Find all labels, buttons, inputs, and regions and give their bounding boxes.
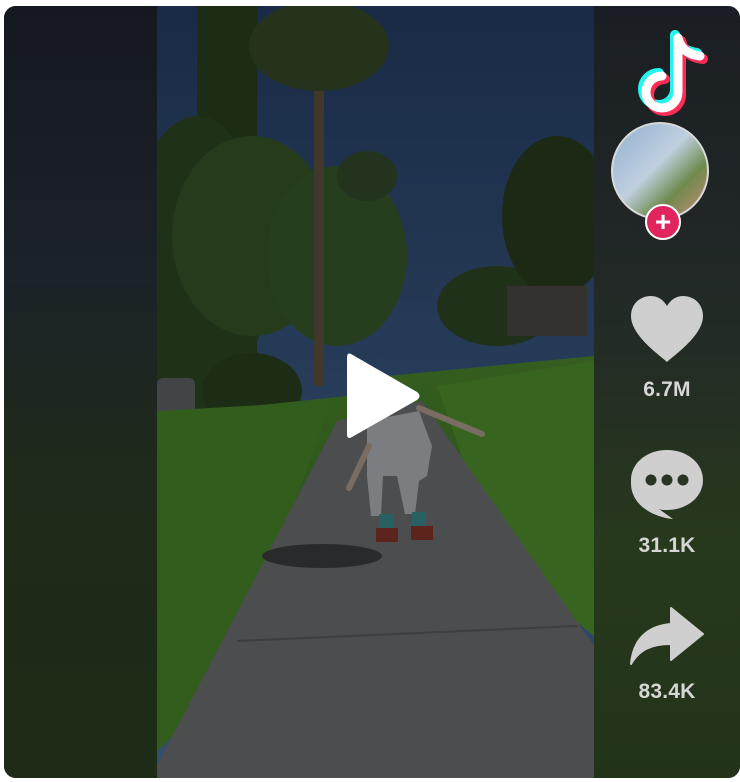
comment-icon xyxy=(631,450,703,519)
comment-count: 31.1K xyxy=(638,534,696,557)
share-count: 83.4K xyxy=(638,680,696,703)
share-icon xyxy=(630,607,704,665)
play-button[interactable] xyxy=(338,346,428,446)
action-sidebar: + 6.7M 31.1K 83.4K xyxy=(594,6,740,778)
heart-icon xyxy=(631,296,703,362)
video-card[interactable]: + 6.7M 31.1K 83.4K xyxy=(4,6,740,778)
share-button[interactable]: 83.4K xyxy=(594,606,740,704)
like-count: 6.7M xyxy=(643,378,691,401)
tiktok-logo-icon[interactable] xyxy=(634,30,716,122)
follow-button[interactable]: + xyxy=(645,204,681,240)
play-icon xyxy=(347,353,420,438)
blurred-background-left xyxy=(4,6,158,778)
like-button[interactable]: 6.7M xyxy=(594,294,740,402)
comment-button[interactable]: 31.1K xyxy=(594,448,740,558)
